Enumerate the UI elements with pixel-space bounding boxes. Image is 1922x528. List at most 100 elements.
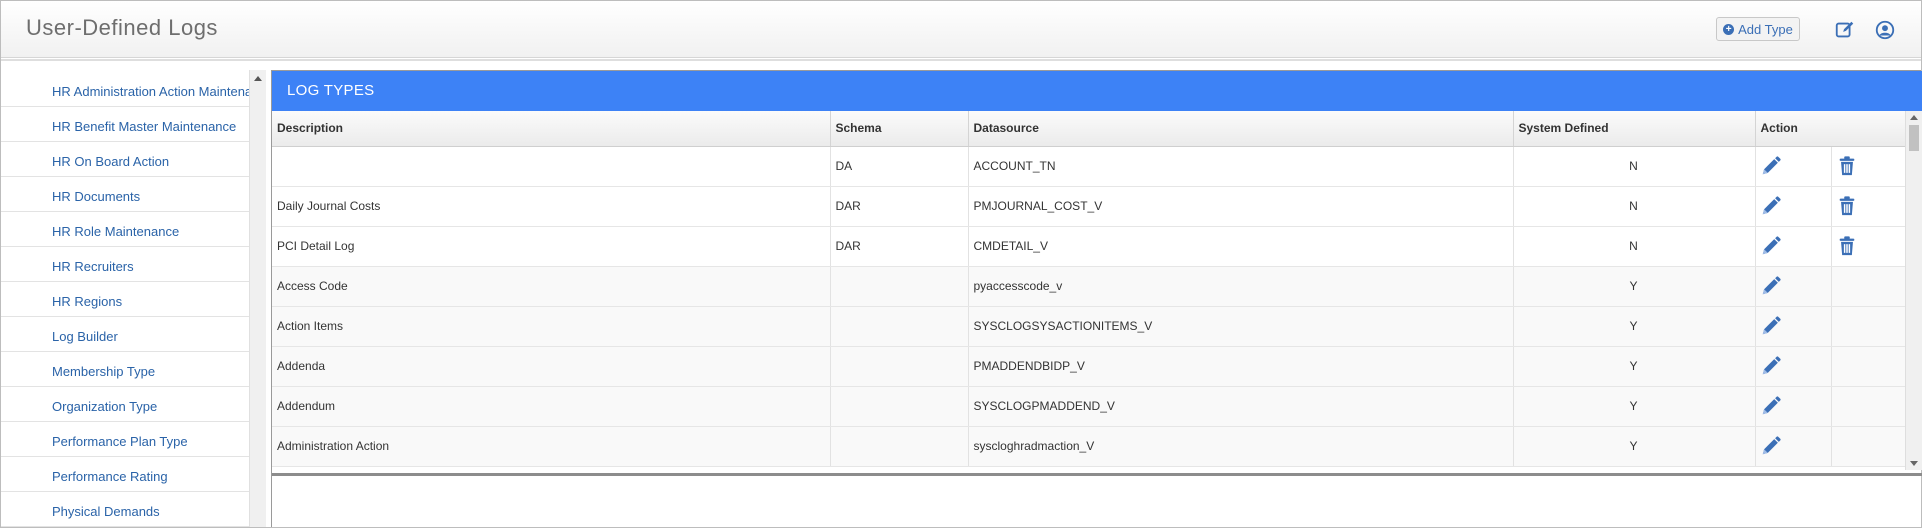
cell-system-defined: Y — [1513, 386, 1756, 427]
edit-pencil-icon[interactable] — [1760, 315, 1782, 337]
edit-pencil-icon[interactable] — [1760, 155, 1782, 177]
sidebar-item[interactable]: Log Builder — [1, 317, 249, 352]
column-header-system-defined[interactable]: System Defined — [1513, 111, 1756, 147]
cell-datasource: PMADDENDBIDP_V — [968, 346, 1514, 387]
cell-description: Access Code — [272, 266, 831, 307]
cell-edit-action — [1755, 146, 1832, 187]
grid-scrollbar[interactable] — [1905, 111, 1922, 470]
sidebar-item[interactable]: Performance Plan Type — [1, 422, 249, 457]
cell-description: Addendum — [272, 386, 831, 427]
cell-system-defined: Y — [1513, 426, 1756, 467]
cell-delete-action — [1831, 226, 1905, 267]
cell-system-defined: Y — [1513, 346, 1756, 387]
sidebar-item[interactable]: Physical Demands — [1, 492, 249, 527]
delete-trash-icon[interactable] — [1836, 155, 1858, 177]
scrollbar-thumb[interactable] — [1909, 125, 1919, 151]
cell-delete-action — [1831, 146, 1905, 187]
cell-description: Addenda — [272, 346, 831, 387]
cell-system-defined: Y — [1513, 306, 1756, 347]
cell-system-defined: N — [1513, 186, 1756, 227]
sidebar-item[interactable]: HR Recruiters — [1, 247, 249, 282]
cell-delete-action — [1831, 306, 1905, 347]
cell-edit-action — [1755, 426, 1832, 467]
cell-datasource: pyaccesscode_v — [968, 266, 1514, 307]
table-row[interactable]: DA ACCOUNT_TN N — [272, 146, 1905, 187]
sidebar-item[interactable]: HR On Board Action — [1, 142, 249, 177]
panel-title: LOG TYPES — [272, 71, 1922, 111]
add-type-button[interactable]: + Add Type — [1716, 17, 1800, 41]
cell-edit-action — [1755, 386, 1832, 427]
log-types-panel: LOG TYPES Description Schema Datasource … — [271, 70, 1922, 527]
cell-edit-action — [1755, 346, 1832, 387]
table-row[interactable]: PCI Detail Log DAR CMDETAIL_V N — [272, 226, 1905, 267]
sidebar-scrollbar[interactable] — [249, 70, 266, 527]
cell-edit-action — [1755, 226, 1832, 267]
scroll-up-arrow-icon[interactable] — [254, 76, 262, 81]
edit-pencil-icon[interactable] — [1760, 355, 1782, 377]
cell-system-defined: N — [1513, 146, 1756, 187]
edit-pencil-icon[interactable] — [1760, 195, 1782, 217]
sidebar-item[interactable]: Membership Type — [1, 352, 249, 387]
plus-circle-icon: + — [1723, 23, 1735, 35]
cell-schema: DA — [830, 146, 969, 187]
page-title: User-Defined Logs — [26, 15, 218, 40]
sidebar-item[interactable]: HR Benefit Master Maintenance — [1, 107, 249, 142]
cell-datasource: SYSCLOGPMADDEND_V — [968, 386, 1514, 427]
sidebar-item[interactable]: Performance Rating — [1, 457, 249, 492]
cell-delete-action — [1831, 186, 1905, 227]
header-divider — [1, 59, 1921, 61]
sidebar: HR Administration Action Maintenance HR … — [1, 70, 249, 527]
sidebar-item[interactable]: HR Documents — [1, 177, 249, 212]
edit-icon[interactable] — [1834, 19, 1856, 41]
cell-system-defined: Y — [1513, 266, 1756, 307]
table-header-row: Description Schema Datasource System Def… — [272, 111, 1905, 147]
sidebar-item[interactable]: HR Administration Action Maintenance — [1, 70, 249, 107]
cell-schema: DAR — [830, 186, 969, 227]
cell-datasource: PMJOURNAL_COST_V — [968, 186, 1514, 227]
table-row[interactable]: Administration Action syscloghradmaction_… — [272, 426, 1905, 467]
sidebar-item[interactable]: HR Role Maintenance — [1, 212, 249, 247]
log-types-table: Description Schema Datasource System Def… — [272, 111, 1905, 467]
edit-pencil-icon[interactable] — [1760, 395, 1782, 417]
delete-trash-icon[interactable] — [1836, 195, 1858, 217]
cell-delete-action — [1831, 386, 1905, 427]
table-row[interactable]: Addenda PMADDENDBIDP_V Y — [272, 346, 1905, 387]
column-header-schema[interactable]: Schema — [830, 111, 969, 147]
cell-description: Administration Action — [272, 426, 831, 467]
cell-description: PCI Detail Log — [272, 226, 831, 267]
cell-schema — [830, 426, 969, 467]
add-type-label: Add Type — [1738, 21, 1793, 37]
cell-datasource: SYSCLOGSYSACTIONITEMS_V — [968, 306, 1514, 347]
delete-trash-icon[interactable] — [1836, 235, 1858, 257]
cell-schema — [830, 266, 969, 307]
scroll-down-arrow-icon[interactable] — [1910, 461, 1918, 466]
edit-pencil-icon[interactable] — [1760, 435, 1782, 457]
cell-schema — [830, 386, 969, 427]
table-row[interactable]: Daily Journal Costs DAR PMJOURNAL_COST_V N — [272, 186, 1905, 227]
sidebar-item[interactable]: Organization Type — [1, 387, 249, 422]
table-row[interactable]: Access Code pyaccesscode_v Y — [272, 266, 1905, 307]
table-row[interactable]: Action Items SYSCLOGSYSACTIONITEMS_V Y — [272, 306, 1905, 347]
cell-schema — [830, 346, 969, 387]
cell-datasource: syscloghradmaction_V — [968, 426, 1514, 467]
cell-schema: DAR — [830, 226, 969, 267]
table-row[interactable]: Addendum SYSCLOGPMADDEND_V Y — [272, 386, 1905, 427]
cell-description: Daily Journal Costs — [272, 186, 831, 227]
cell-delete-action — [1831, 266, 1905, 307]
log-types-grid: Description Schema Datasource System Def… — [272, 111, 1905, 470]
sidebar-item[interactable]: HR Regions — [1, 282, 249, 317]
cell-description: Action Items — [272, 306, 831, 347]
column-header-datasource[interactable]: Datasource — [968, 111, 1514, 147]
user-icon[interactable] — [1874, 19, 1896, 41]
scroll-up-arrow-icon[interactable] — [1910, 115, 1918, 120]
cell-datasource: ACCOUNT_TN — [968, 146, 1514, 187]
page-header: User-Defined Logs + Add Type — [1, 1, 1921, 58]
edit-pencil-icon[interactable] — [1760, 235, 1782, 257]
cell-description — [272, 146, 831, 187]
cell-edit-action — [1755, 306, 1832, 347]
edit-pencil-icon[interactable] — [1760, 275, 1782, 297]
cell-edit-action — [1755, 266, 1832, 307]
column-header-description[interactable]: Description — [272, 111, 831, 147]
table-body: DA ACCOUNT_TN N Daily Journal Costs DAR PMJOU… — [272, 146, 1905, 467]
cell-edit-action — [1755, 186, 1832, 227]
